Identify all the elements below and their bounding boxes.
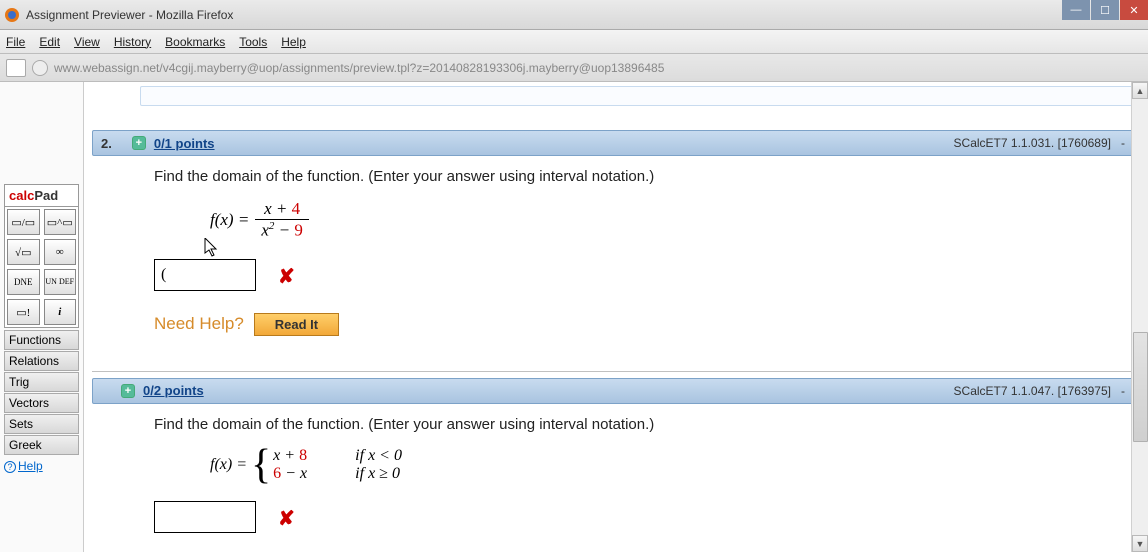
titlebar: Assignment Previewer - Mozilla Firefox [0,0,1148,30]
window-controls: — ☐ ✕ [1062,0,1148,20]
answer-input[interactable]: ( [154,259,256,291]
previous-question-stub [140,86,1134,106]
question-reference: SCalcET7 1.1.031. [1760689] - [954,136,1125,150]
calcpad-sqrt-button[interactable]: √▭ [7,239,40,265]
url-text[interactable]: www.webassign.net/v4cgij.mayberry@uop/as… [54,61,664,75]
wrong-icon: ✘ [278,506,295,531]
menu-view[interactable]: View [74,35,100,49]
question-prompt: Find the domain of the function. (Enter … [154,168,1134,185]
expand-icon[interactable]: + [121,384,135,398]
menubar: File Edit View History Bookmarks Tools H… [0,30,1148,54]
need-help-label: Need Help? [154,314,244,334]
read-it-button[interactable]: Read It [254,313,339,336]
calcpad-undef-button[interactable]: UN DEF [44,269,77,295]
menu-help[interactable]: Help [281,35,306,49]
points-link[interactable]: 0/2 points [143,383,204,398]
scroll-up-button[interactable]: ▲ [1132,82,1148,99]
minimize-button[interactable]: — [1062,0,1090,20]
calcpad-sidebar: calcPad ▭/▭ ▭^▭ √▭ ∞ DNE UN DEF ▭! i [0,82,84,552]
menu-file[interactable]: File [6,35,25,49]
help-icon: ? [4,461,16,473]
maximize-button[interactable]: ☐ [1091,0,1119,20]
menu-bookmarks[interactable]: Bookmarks [165,35,225,49]
tab-icon[interactable] [6,59,26,77]
calcpad-cat-relations[interactable]: Relations [4,351,79,371]
content-area: calcPad ▭/▭ ▭^▭ √▭ ∞ DNE UN DEF ▭! i [0,82,1148,552]
question-header-2: 2. + 0/1 points SCalcET7 1.1.031. [17606… [92,130,1134,156]
question-prompt: Find the domain of the function. (Enter … [154,416,1134,433]
question-reference: SCalcET7 1.1.047. [1763975] - [954,384,1125,398]
address-bar: www.webassign.net/v4cgij.mayberry@uop/as… [0,54,1148,82]
menu-edit[interactable]: Edit [39,35,60,49]
calcpad-factorial-button[interactable]: ▭! [7,299,40,325]
menu-tools[interactable]: Tools [239,35,267,49]
calcpad-fraction-button[interactable]: ▭/▭ [7,209,40,235]
scroll-down-button[interactable]: ▼ [1132,535,1148,552]
calcpad-dne-button[interactable]: DNE [7,269,40,295]
question-number: 2. [101,136,112,151]
calcpad-i-button[interactable]: i [44,299,77,325]
vertical-scrollbar[interactable]: ▲ ▼ [1131,82,1148,552]
firefox-icon [4,7,20,23]
points-link[interactable]: 0/1 points [154,136,215,151]
calcpad-cat-trig[interactable]: Trig [4,372,79,392]
answer-input[interactable] [154,501,256,533]
scroll-thumb[interactable] [1133,332,1148,442]
question-header-next: + 0/2 points SCalcET7 1.1.047. [1763975]… [92,378,1134,404]
calcpad-cat-functions[interactable]: Functions [4,330,79,350]
calcpad-panel: calcPad ▭/▭ ▭^▭ √▭ ∞ DNE UN DEF ▭! i [4,184,79,328]
equation-piecewise: f(x) = { x + 8if x < 0 6 − xif x ≥ 0 [210,447,1134,483]
calcpad-cat-sets[interactable]: Sets [4,414,79,434]
window-root: Assignment Previewer - Mozilla Firefox —… [0,0,1148,552]
calcpad-cat-greek[interactable]: Greek [4,435,79,455]
calcpad-infinity-button[interactable]: ∞ [44,239,77,265]
calcpad-cat-vectors[interactable]: Vectors [4,393,79,413]
calcpad-title: calcPad [5,185,78,207]
globe-icon [32,60,48,76]
window-title: Assignment Previewer - Mozilla Firefox [26,8,1144,22]
question-body-2: Find the domain of the function. (Enter … [92,156,1134,354]
wrong-icon: ✘ [278,264,295,289]
main-panel: 2. + 0/1 points SCalcET7 1.1.031. [17606… [84,82,1148,552]
question-body-next: Find the domain of the function. (Enter … [92,404,1134,551]
question-divider [92,360,1134,372]
calcpad-help[interactable]: ?Help [0,456,83,476]
close-button[interactable]: ✕ [1120,0,1148,20]
equation: f(x) = x + 4 x2 − 9 [210,199,1134,241]
calcpad-exponent-button[interactable]: ▭^▭ [44,209,77,235]
expand-icon[interactable]: + [132,136,146,150]
need-help-row: Need Help? Read It [154,313,1134,336]
menu-history[interactable]: History [114,35,151,49]
